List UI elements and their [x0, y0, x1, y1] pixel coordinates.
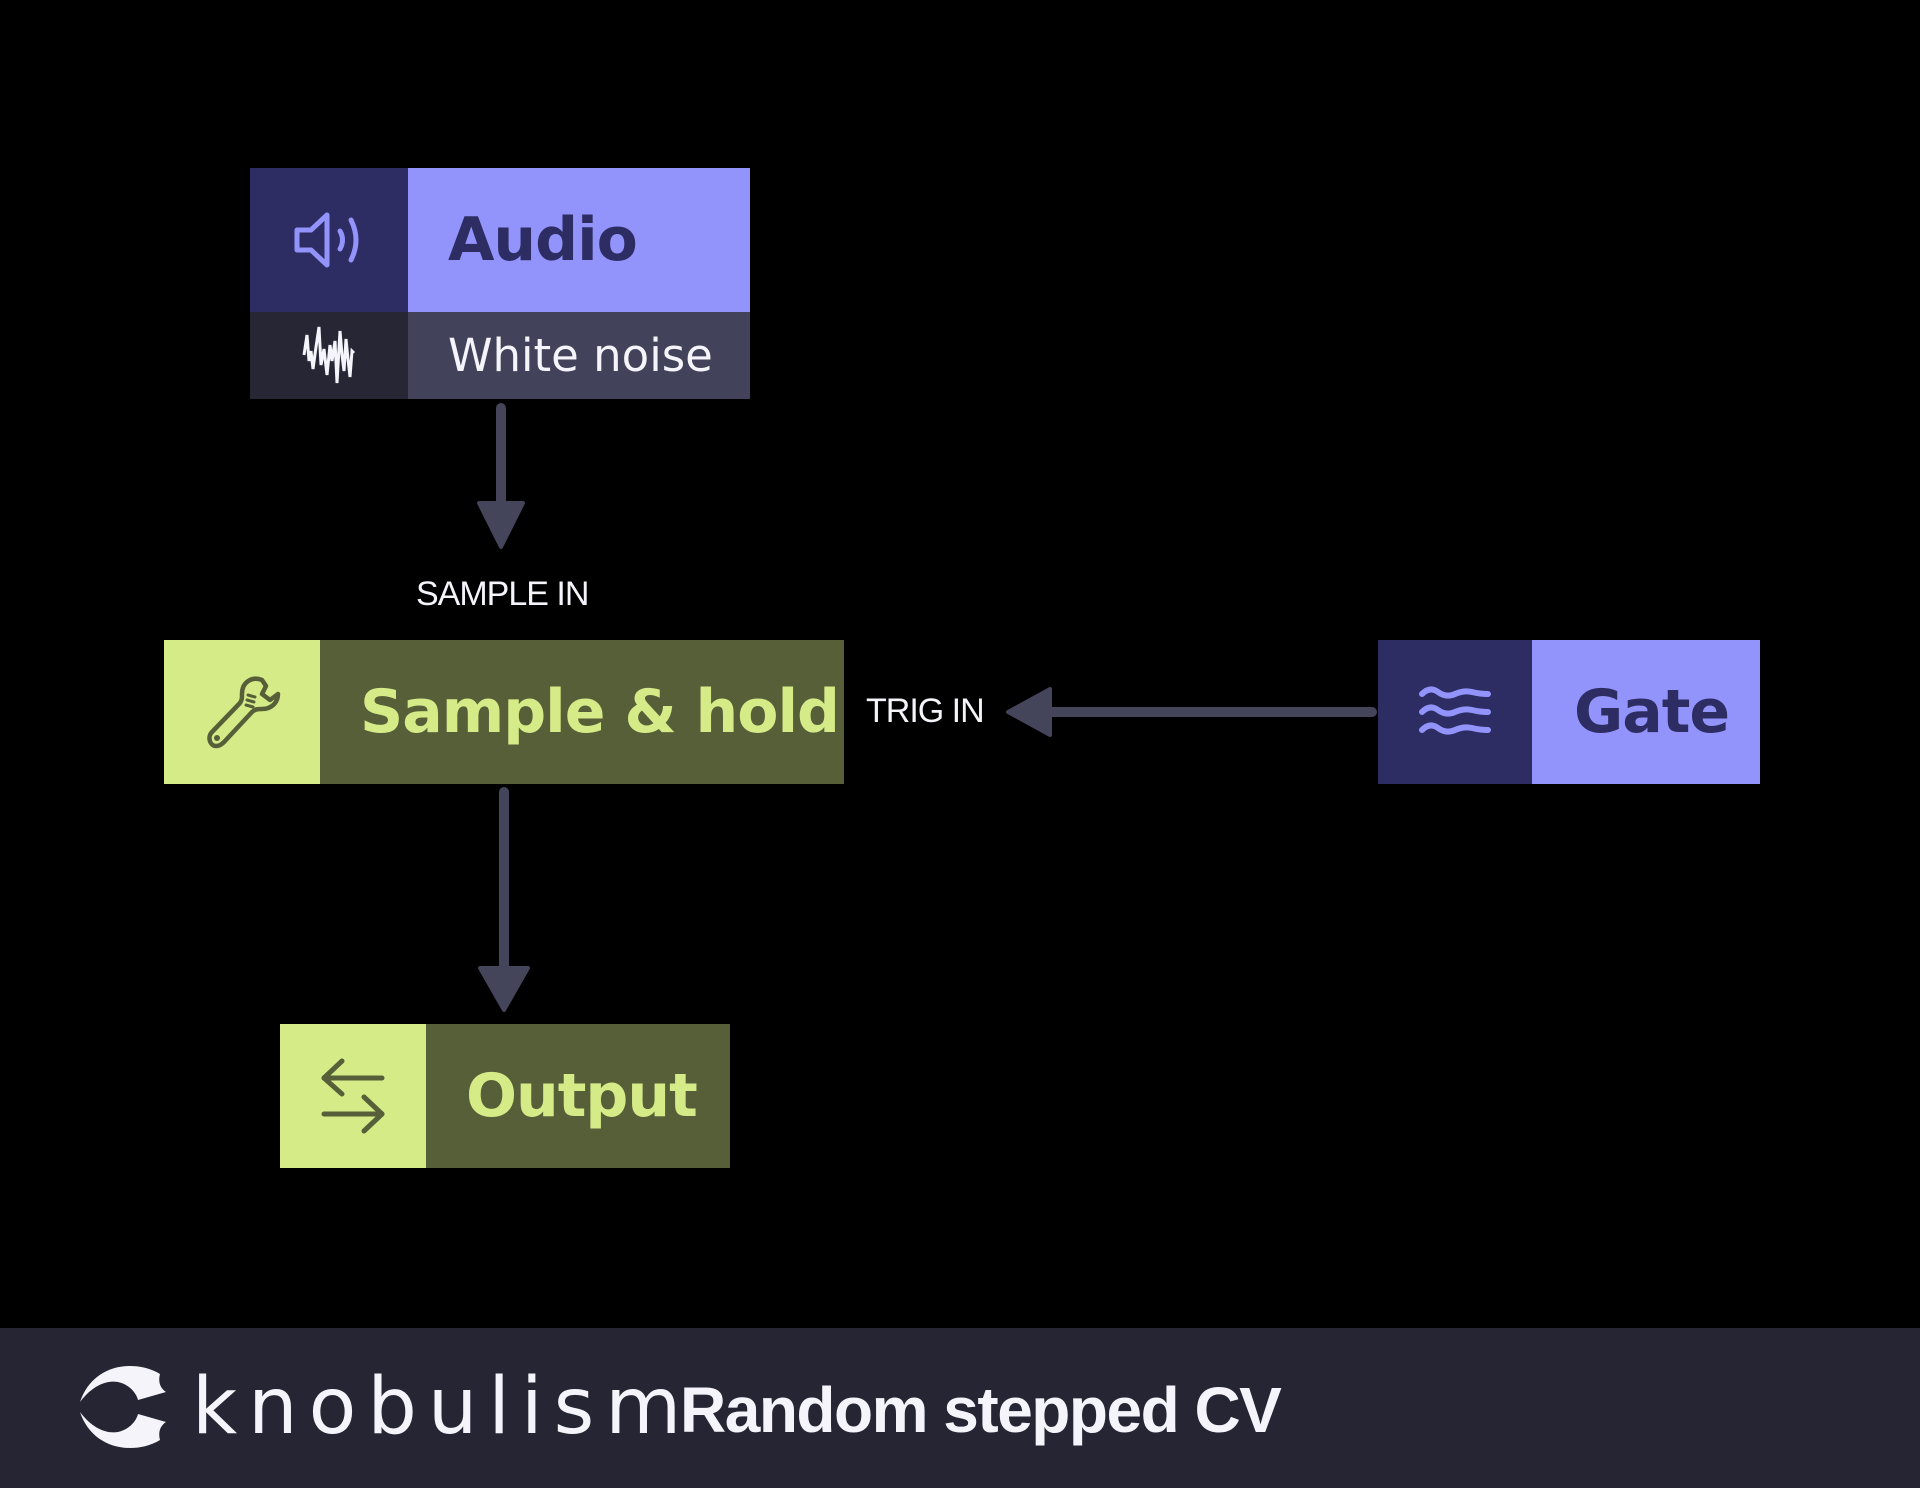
gate-node[interactable]: Gate [1378, 640, 1760, 784]
sample-in-port-label: SAMPLE IN [416, 575, 589, 613]
knobulism-logo-icon [78, 1364, 168, 1454]
footer-bar: knobulism Random stepped CV [0, 1328, 1920, 1488]
sample-hold-node-title: Sample & hold [320, 640, 844, 784]
connector-audio-to-sample-hold [477, 403, 525, 549]
audio-node-subtitle-row: White noise [250, 312, 750, 399]
audio-node[interactable]: Audio White noise [250, 168, 750, 399]
waves-icon [1378, 640, 1532, 784]
diagram-title: Random stepped CV [680, 1374, 1282, 1446]
audio-node-header: Audio [250, 168, 750, 312]
audio-node-title: Audio [408, 168, 750, 312]
brand-name: knobulism [192, 1362, 693, 1452]
audio-node-subtitle: White noise [408, 312, 750, 399]
connector-gate-to-sample-hold [1006, 687, 1377, 737]
wrench-icon [164, 640, 320, 784]
noise-waveform-icon [250, 312, 408, 399]
connector-sample-hold-to-output [478, 787, 530, 1012]
swap-arrows-icon [280, 1024, 426, 1168]
output-node-title: Output [426, 1024, 730, 1168]
speaker-icon [250, 168, 408, 312]
sample-hold-node[interactable]: Sample & hold [164, 640, 844, 784]
trig-in-port-label: TRIG IN [866, 692, 985, 730]
output-node[interactable]: Output [280, 1024, 730, 1168]
gate-node-title: Gate [1532, 640, 1760, 784]
